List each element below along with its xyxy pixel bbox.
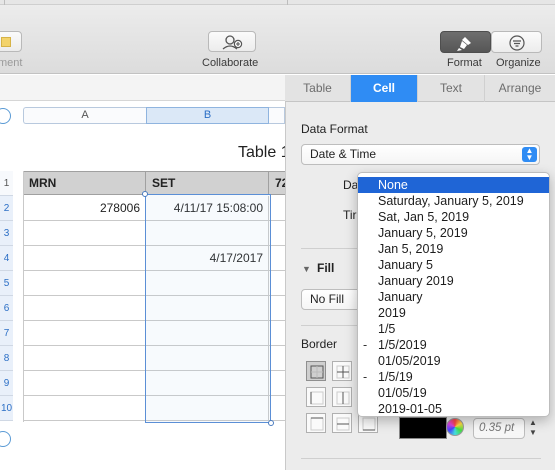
comment-label: ment (0, 57, 23, 69)
menu-item[interactable]: Saturday, January 5, 2019 (358, 193, 549, 209)
format-label: Format (447, 57, 482, 69)
menu-item[interactable]: 01/05/19 (358, 385, 549, 401)
table-cell[interactable] (23, 371, 146, 395)
time-format-label: Tir (343, 208, 357, 222)
organize-icon (509, 35, 525, 51)
border-vertical-icon[interactable] (332, 387, 352, 407)
border-left-icon[interactable] (306, 387, 326, 407)
row-number[interactable]: 2 (0, 196, 13, 221)
border-horizontal-icon[interactable] (332, 413, 352, 433)
collaborate-icon (222, 35, 243, 50)
column-header-c[interactable] (269, 107, 285, 124)
comment-icon (1, 37, 11, 47)
chevron-updown-icon: ▲ ▼ (522, 147, 537, 162)
window-top-edge (0, 0, 555, 5)
row-number[interactable]: 10 (0, 396, 13, 421)
comment-button[interactable] (0, 31, 22, 52)
menu-item[interactable]: None (358, 177, 549, 193)
row-number[interactable]: 5 (0, 271, 13, 296)
table-cell[interactable] (23, 271, 146, 295)
menu-item[interactable]: January 5 (358, 257, 549, 273)
collaborate-label: Collaborate (202, 57, 259, 69)
menu-item[interactable]: 2019-01-05 (358, 401, 549, 417)
menu-item[interactable]: Sat, Jan 5, 2019 (358, 209, 549, 225)
row-number-bar: 1 2 3 4 5 6 7 8 9 10 (0, 171, 13, 421)
disclosure-triangle-icon[interactable]: ▼ (302, 264, 311, 274)
table-cell[interactable] (23, 321, 146, 345)
tab-cell[interactable]: Cell (351, 75, 418, 102)
table-cell[interactable] (23, 246, 146, 270)
row-number[interactable]: 1 (0, 171, 13, 196)
table-cell[interactable] (23, 396, 146, 420)
border-color-well[interactable] (399, 417, 447, 439)
divider (301, 458, 541, 459)
border-width-field[interactable]: 0.35 pt (473, 418, 525, 439)
border-width-value: 0.35 pt (479, 422, 515, 434)
organize-button[interactable] (491, 31, 542, 53)
menu-item[interactable]: January (358, 289, 549, 305)
row-number[interactable]: 7 (0, 321, 13, 346)
table-cell[interactable] (23, 221, 146, 245)
column-header-a[interactable]: A (23, 107, 146, 124)
menu-item[interactable]: -1/5/2019 (358, 337, 549, 353)
border-inner-icon[interactable] (332, 361, 352, 381)
menu-item[interactable]: 01/05/2019 (358, 353, 549, 369)
paintbrush-icon (457, 37, 471, 51)
tab-text[interactable]: Text (418, 75, 485, 102)
menu-item[interactable]: 2019 (358, 305, 549, 321)
row-number[interactable]: 6 (0, 296, 13, 321)
cell-selection (142, 191, 274, 426)
tab-table[interactable]: Table (285, 75, 351, 102)
border-width-stepper-icon[interactable]: ▲ ▼ (527, 418, 539, 439)
border-top-icon[interactable] (306, 413, 326, 433)
table-cell[interactable] (23, 346, 146, 370)
table-header-row: MRN SET 72 (23, 171, 288, 195)
row-number[interactable]: 8 (0, 346, 13, 371)
inspector-tabs: Table Cell Text Arrange (285, 75, 555, 102)
table-title[interactable]: Table 1 (238, 144, 290, 162)
selection-handle[interactable] (268, 420, 274, 426)
menu-item[interactable]: 1/5 (358, 321, 549, 337)
row-number[interactable]: 3 (0, 221, 13, 246)
table-cell[interactable]: 278006 (23, 196, 146, 220)
date-format-menu: None Saturday, January 5, 2019 Sat, Jan … (357, 172, 550, 417)
selection-handle[interactable] (142, 191, 148, 197)
data-format-popup[interactable]: Date & Time ▲ ▼ (301, 144, 540, 165)
format-button[interactable] (440, 31, 491, 53)
column-header-b[interactable]: B (146, 107, 269, 124)
border-all-icon[interactable] (306, 361, 326, 381)
header-cell[interactable]: SET (146, 172, 269, 194)
table-cell[interactable] (23, 296, 146, 320)
fill-value: No Fill (310, 292, 345, 306)
fill-section-label: Fill (317, 261, 335, 275)
sheet-tab-bar (0, 75, 285, 101)
collaborate-button[interactable] (208, 31, 256, 52)
header-cell[interactable]: MRN (23, 172, 146, 194)
data-format-label: Data Format (301, 122, 368, 136)
organize-label: Organize (496, 57, 541, 69)
data-format-value: Date & Time (310, 147, 377, 161)
row-number[interactable]: 9 (0, 371, 13, 396)
menu-item[interactable]: January 5, 2019 (358, 225, 549, 241)
row-number[interactable]: 4 (0, 246, 13, 271)
border-section-label: Border (301, 337, 338, 351)
color-wheel-icon[interactable] (446, 418, 464, 436)
menu-item[interactable]: Jan 5, 2019 (358, 241, 549, 257)
menu-item[interactable]: -1/5/19 (358, 369, 549, 385)
tab-arrange[interactable]: Arrange (485, 75, 555, 102)
menu-item[interactable]: January 2019 (358, 273, 549, 289)
